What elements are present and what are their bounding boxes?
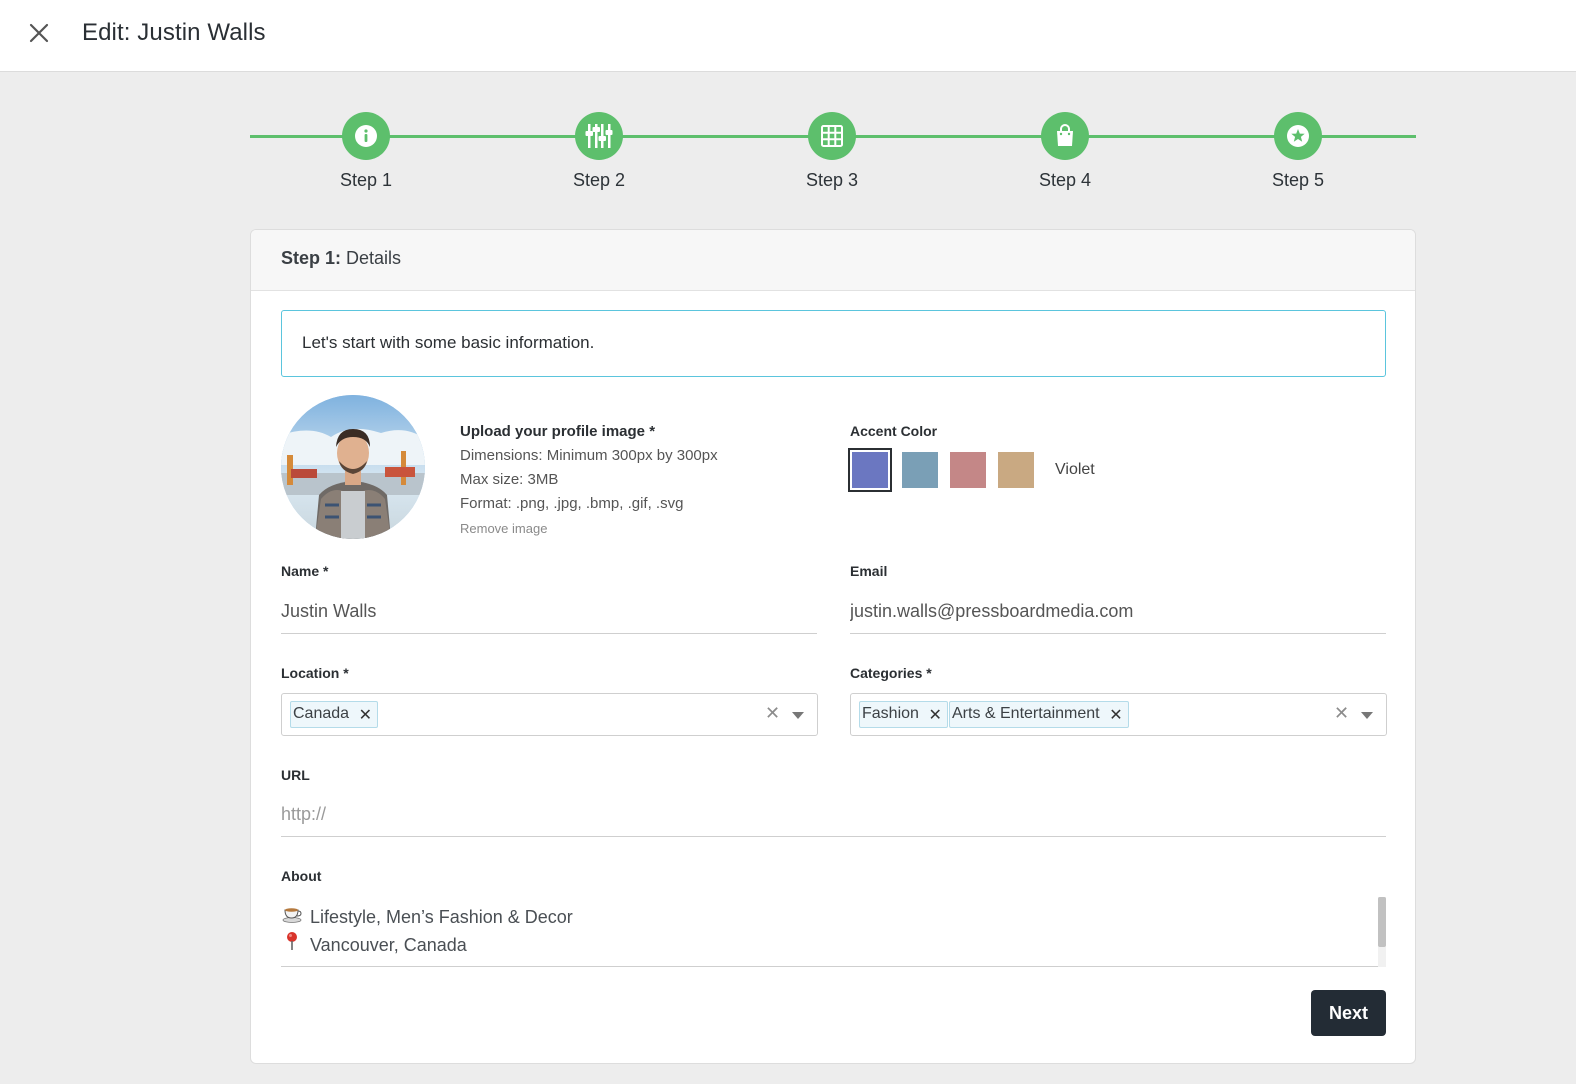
step-2[interactable]: Step 2 [539, 110, 659, 191]
next-button[interactable]: Next [1311, 990, 1386, 1036]
details-card: Step 1: Details Let's start with some ba… [250, 229, 1416, 1064]
shopping-bag-icon [1041, 112, 1089, 160]
category-tag: Fashion ✕ [859, 701, 948, 728]
swatch-blue[interactable] [902, 452, 938, 488]
url-label: URL [281, 767, 310, 783]
chevron-down-icon[interactable] [1361, 712, 1373, 719]
name-input[interactable] [281, 590, 817, 634]
email-input[interactable] [850, 590, 1386, 634]
location-label: Location * [281, 665, 349, 681]
about-label: About [281, 868, 322, 884]
accent-selected-name: Violet [1055, 461, 1095, 478]
intro-message: Let's start with some basic information. [281, 310, 1386, 377]
about-text: Lifestyle, Men’s Fashion & Decor [310, 907, 573, 927]
about-line: Lifestyle, Men’s Fashion & Decor [281, 903, 1386, 931]
about-scrollbar[interactable] [1378, 897, 1386, 967]
step-4[interactable]: Step 4 [1005, 110, 1125, 191]
email-label: Email [850, 563, 888, 579]
avatar[interactable] [281, 395, 425, 539]
step-label: Step 5 [1271, 170, 1325, 190]
location-select[interactable]: Canada ✕ ✕ [281, 693, 818, 736]
clear-icon[interactable]: ✕ [1334, 703, 1349, 724]
page-title: Edit: Justin Walls [82, 19, 266, 46]
step-label: Step 4 [1038, 170, 1092, 190]
categories-label: Categories * [850, 665, 932, 681]
step-label: Step 3 [805, 170, 859, 190]
top-bar: Edit: Justin Walls [0, 0, 1576, 72]
tag-label: Fashion [862, 705, 919, 722]
accent-color-label: Accent Color [850, 423, 938, 439]
location-tag: Canada ✕ [290, 701, 379, 728]
stepper: Step 1 Step 2 Step 3 Step 4 Step 5 [250, 110, 1416, 200]
scrollbar-thumb[interactable] [1378, 897, 1386, 947]
about-line-partial [281, 959, 1386, 966]
pushpin-icon [281, 931, 303, 959]
step-label: Step 2 [572, 170, 626, 190]
info-icon [342, 112, 390, 160]
upload-info: Upload your profile image * Dimensions: … [460, 420, 718, 542]
close-icon[interactable] [26, 20, 52, 46]
teacup-icon [281, 903, 303, 931]
upload-format: Format: .png, .jpg, .bmp, .gif, .svg [460, 495, 684, 512]
remove-tag-icon[interactable]: ✕ [1109, 705, 1122, 725]
step-5[interactable]: Step 5 [1238, 110, 1358, 191]
step-3[interactable]: Step 3 [772, 110, 892, 191]
chevron-down-icon[interactable] [792, 712, 804, 719]
category-tag: Arts & Entertainment ✕ [949, 701, 1129, 728]
remove-image-link[interactable]: Remove image [460, 516, 718, 542]
step-1[interactable]: Step 1 [306, 110, 426, 191]
sliders-icon [575, 112, 623, 160]
swatch-violet[interactable] [848, 448, 892, 492]
accent-swatches: Violet [848, 448, 1095, 492]
url-input[interactable] [281, 793, 1386, 837]
step-label: Step 1 [339, 170, 393, 190]
grid-icon [808, 112, 856, 160]
upload-title: Upload your profile image * [460, 423, 656, 440]
about-textarea[interactable]: Lifestyle, Men’s Fashion & Decor Vancouv… [281, 897, 1386, 967]
step-prefix: Step 1: [281, 248, 342, 268]
card-header: Step 1: Details [251, 230, 1415, 291]
upload-dimensions: Dimensions: Minimum 300px by 300px [460, 447, 718, 464]
swatch-rose[interactable] [950, 452, 986, 488]
upload-max-size: Max size: 3MB [460, 471, 559, 488]
clear-icon[interactable]: ✕ [765, 703, 780, 724]
remove-tag-icon[interactable]: ✕ [929, 705, 942, 725]
remove-tag-icon[interactable]: ✕ [359, 705, 372, 725]
star-badge-icon [1274, 112, 1322, 160]
categories-select[interactable]: Fashion ✕ Arts & Entertainment ✕ ✕ [850, 693, 1387, 736]
step-title: Details [346, 248, 402, 268]
about-line: Vancouver, Canada [281, 931, 1386, 959]
tag-label: Canada [293, 705, 350, 722]
swatch-tan[interactable] [998, 452, 1034, 488]
about-text: Vancouver, Canada [310, 935, 467, 955]
name-label: Name * [281, 563, 329, 579]
tag-label: Arts & Entertainment [952, 705, 1100, 722]
